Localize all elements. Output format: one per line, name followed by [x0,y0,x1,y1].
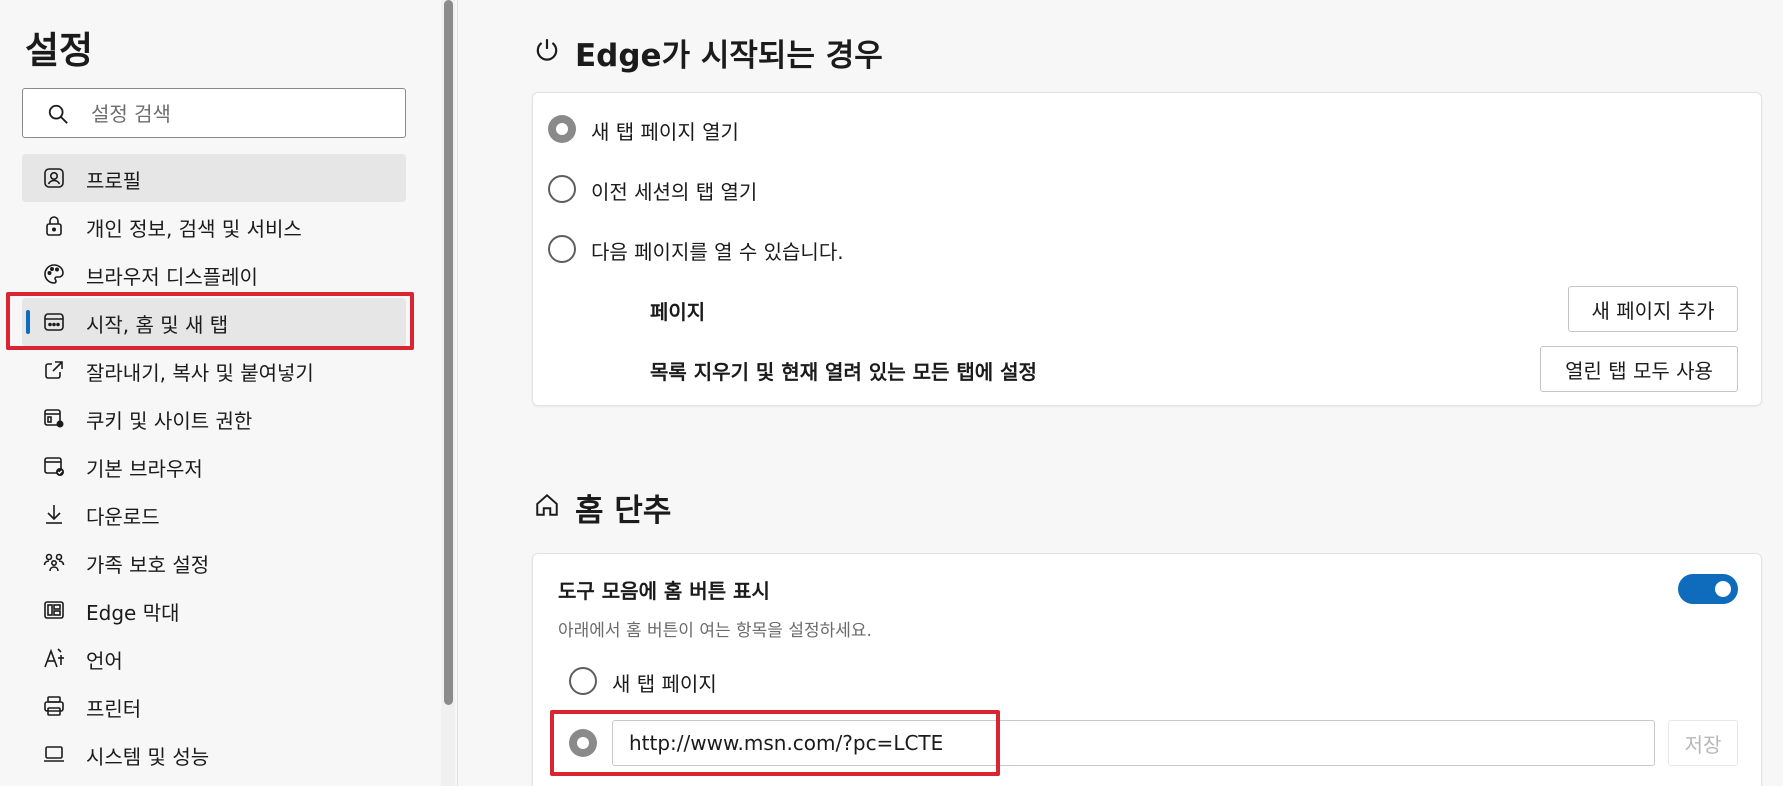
radio-label-home-new-tab: 새 탭 페이지 [612,672,717,696]
family-icon [43,553,65,572]
sidebar-item-label: 프린터 [86,697,142,721]
sidebar-item-cookies[interactable]: 쿠키 및 사이트 권한 [22,394,406,442]
sidebar-item-label: Edge 막대 [86,601,180,625]
sidebar-item-label: 가족 보호 설정 [86,553,210,577]
sidebar-item-profile[interactable]: 프로필 [22,154,406,202]
laptop-icon [44,746,64,762]
lock-icon [46,216,62,236]
sidebar-item-start-home[interactable]: 시작, 홈 및 새 탭 [22,298,406,346]
pages-label: 페이지 [650,300,706,324]
use-open-tabs-button[interactable]: 열린 탭 모두 사용 [1540,346,1738,392]
sidebar-item-label: 프로필 [86,169,142,193]
sidebar-item-privacy[interactable]: 개인 정보, 검색 및 서비스 [22,202,406,250]
sidebar-item-label: 언어 [86,649,123,673]
page-title: 설정 [25,29,94,72]
site-permissions-icon [44,409,64,428]
radio-label-specific-pages: 다음 페이지를 열 수 있습니다. [591,240,844,264]
radio-home-new-tab[interactable] [569,667,597,695]
home-toggle-label: 도구 모음에 홈 버튼 표시 [558,579,770,603]
home-description: 아래에서 홈 버튼이 여는 항목을 설정하세요. [558,621,872,641]
clear-set-open-tabs-label: 목록 지우기 및 현재 열려 있는 모든 탭에 설정 [650,360,1037,384]
sidebar-item-downloads[interactable]: 다운로드 [22,490,406,538]
sidebar-item-label: 쿠키 및 사이트 권한 [86,409,253,433]
sidebar-item-printers[interactable]: 프린터 [22,682,406,730]
sidebar: 설정 프로필 [0,0,440,786]
home-icon [536,493,558,516]
palette-icon [44,264,64,284]
sidebar-item-default-browser[interactable]: 기본 브라우저 [22,442,406,490]
radio-previous-session[interactable] [548,175,576,203]
sidebar-scrollbar-thumb[interactable] [444,0,453,705]
sidebar-item-share-copy-paste[interactable]: 잘라내기, 복사 및 붙여넣기 [22,346,406,394]
startup-card: 새 탭 페이지 열기 이전 세션의 탭 열기 다음 페이지를 열 수 있습니다.… [532,92,1762,406]
radio-home-url[interactable] [569,729,597,757]
sidebar-item-languages[interactable]: 언어 [22,634,406,682]
sidebar-item-label: 잘라내기, 복사 및 붙여넣기 [86,361,314,385]
settings-app: 설정 프로필 [0,0,1783,786]
language-icon [44,648,64,668]
home-button-toggle[interactable] [1678,574,1738,604]
save-button[interactable]: 저장 [1668,720,1738,766]
sidebar-item-label: 다운로드 [86,505,160,529]
search-icon [48,104,68,124]
add-page-button[interactable]: 새 페이지 추가 [1568,286,1738,332]
radio-label-previous-session: 이전 세션의 탭 열기 [591,180,758,204]
selected-indicator [26,310,30,334]
startup-section-title: Edge가 시작되는 경우 [575,38,883,74]
printer-icon [44,696,64,716]
radio-specific-pages[interactable] [548,235,576,263]
radio-label-new-tab: 새 탭 페이지 열기 [591,120,739,144]
home-section-title: 홈 단추 [575,493,672,529]
edge-bar-icon [44,601,64,619]
download-icon [46,505,62,524]
start-home-icon [44,313,64,331]
home-url-input[interactable] [612,720,1655,766]
sidebar-nav: 프로필 개인 정보, 검색 및 서비스 브라우저 디스플레이 시작, 홈 및 새… [22,154,406,778]
sidebar-item-appearance[interactable]: 브라우저 디스플레이 [22,250,406,298]
sidebar-item-label: 시스템 및 성능 [86,745,210,769]
sidebar-item-system[interactable]: 시스템 및 성능 [22,730,406,778]
sidebar-item-label: 시작, 홈 및 새 탭 [86,313,229,337]
sidebar-item-label: 기본 브라우저 [86,457,203,481]
radio-new-tab[interactable] [548,115,576,143]
sidebar-item-label: 브라우저 디스플레이 [86,265,258,289]
sidebar-item-label: 개인 정보, 검색 및 서비스 [86,217,302,241]
sidebar-item-edge-bar[interactable]: Edge 막대 [22,586,406,634]
power-icon [536,39,558,61]
sidebar-item-family[interactable]: 가족 보호 설정 [22,538,406,586]
sidebar-divider [457,0,458,786]
home-card: 도구 모음에 홈 버튼 표시 아래에서 홈 버튼이 여는 항목을 설정하세요. … [532,553,1762,786]
search-input[interactable] [89,89,393,139]
search-box[interactable] [22,88,406,139]
profile-icon [44,168,64,188]
default-browser-icon [44,457,64,476]
share-icon [45,361,63,379]
